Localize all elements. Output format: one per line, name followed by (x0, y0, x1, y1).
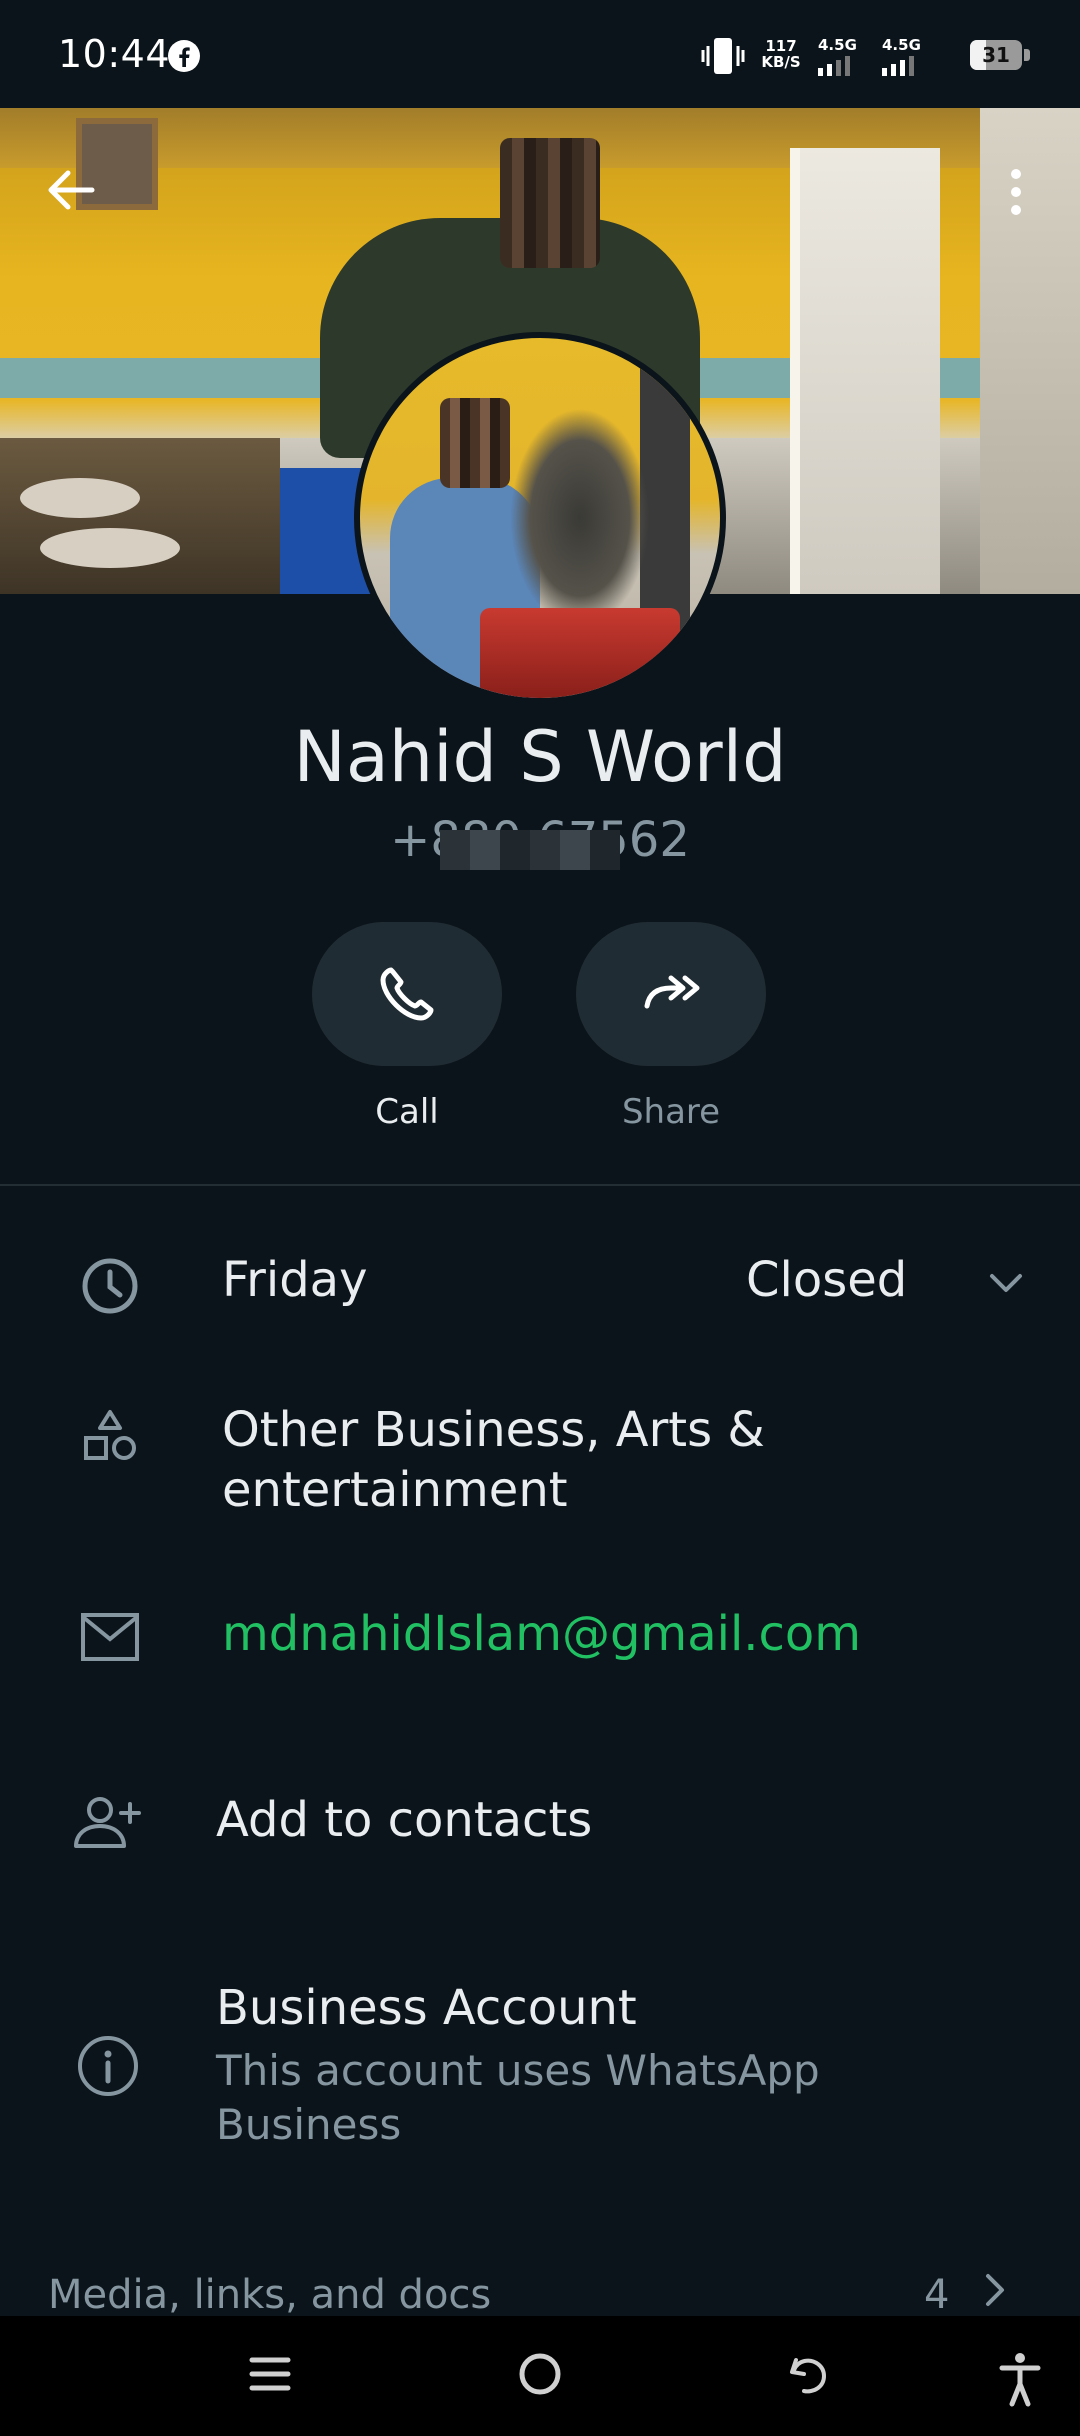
battery-icon: 31 (970, 40, 1030, 70)
back-arrow-icon[interactable] (40, 160, 100, 220)
chevron-down-icon[interactable] (986, 1268, 1026, 1298)
media-count: 4 (924, 2272, 950, 2318)
phone-icon (380, 967, 434, 1021)
add-to-contacts-label: Add to contacts (216, 1792, 593, 1848)
phone-redaction (440, 830, 620, 870)
signal-icon (882, 56, 914, 76)
info-icon (78, 2036, 138, 2096)
accessibility-icon[interactable] (998, 2352, 1042, 2408)
system-navigation-bar (0, 2316, 1080, 2436)
battery-level: 31 (982, 43, 1010, 67)
status-indicators: 117 KB/S 4.5G 4.5G 31 (700, 36, 1030, 76)
profile-avatar[interactable] (354, 332, 726, 704)
hours-day: Friday (222, 1252, 368, 1308)
net-speed-unit: KB/S (761, 53, 801, 71)
net-speed-value: 117 (765, 37, 797, 55)
share-label: Share (621, 1092, 721, 1132)
email-link[interactable]: mdnahidIslam@gmail.com (222, 1606, 861, 1662)
back-icon[interactable] (788, 2352, 832, 2396)
home-icon[interactable] (518, 2352, 562, 2396)
media-label: Media, links, and docs (48, 2272, 492, 2318)
more-options-icon[interactable] (1000, 160, 1032, 224)
business-account-title: Business Account (216, 1980, 637, 2036)
business-account-subtitle-2: Business (216, 2100, 402, 2149)
net-speed: 117 KB/S (756, 38, 806, 70)
hours-status: Closed (746, 1252, 908, 1308)
network-type-2: 4.5G (882, 36, 921, 54)
divider (0, 1184, 1080, 1186)
category-line-1: Other Business, Arts & (222, 1402, 765, 1458)
call-button[interactable] (312, 922, 502, 1066)
shapes-icon (84, 1410, 136, 1460)
menu-icon[interactable] (248, 2352, 292, 2396)
facebook-icon (168, 40, 200, 72)
status-bar: 10:44 117 KB/S 4.5G 4.5G 31 (0, 0, 1080, 108)
clock-icon (82, 1258, 138, 1314)
network-type-1: 4.5G (818, 36, 857, 54)
share-forward-icon (644, 975, 700, 1009)
share-button[interactable] (576, 922, 766, 1066)
business-account-subtitle-1: This account uses WhatsApp (216, 2046, 820, 2095)
mail-icon (81, 1613, 139, 1661)
status-time: 10:44 (58, 32, 171, 76)
signal-icon (818, 56, 850, 76)
media-links-docs-row[interactable]: Media, links, and docs 4 (0, 2260, 1080, 2320)
vibrate-icon (701, 38, 745, 74)
category-line-2: entertainment (222, 1462, 568, 1518)
profile-name: Nahid S World (293, 716, 787, 798)
add-person-icon (74, 1797, 141, 1848)
call-label: Call (375, 1092, 439, 1132)
chevron-right-icon (986, 2274, 1004, 2306)
